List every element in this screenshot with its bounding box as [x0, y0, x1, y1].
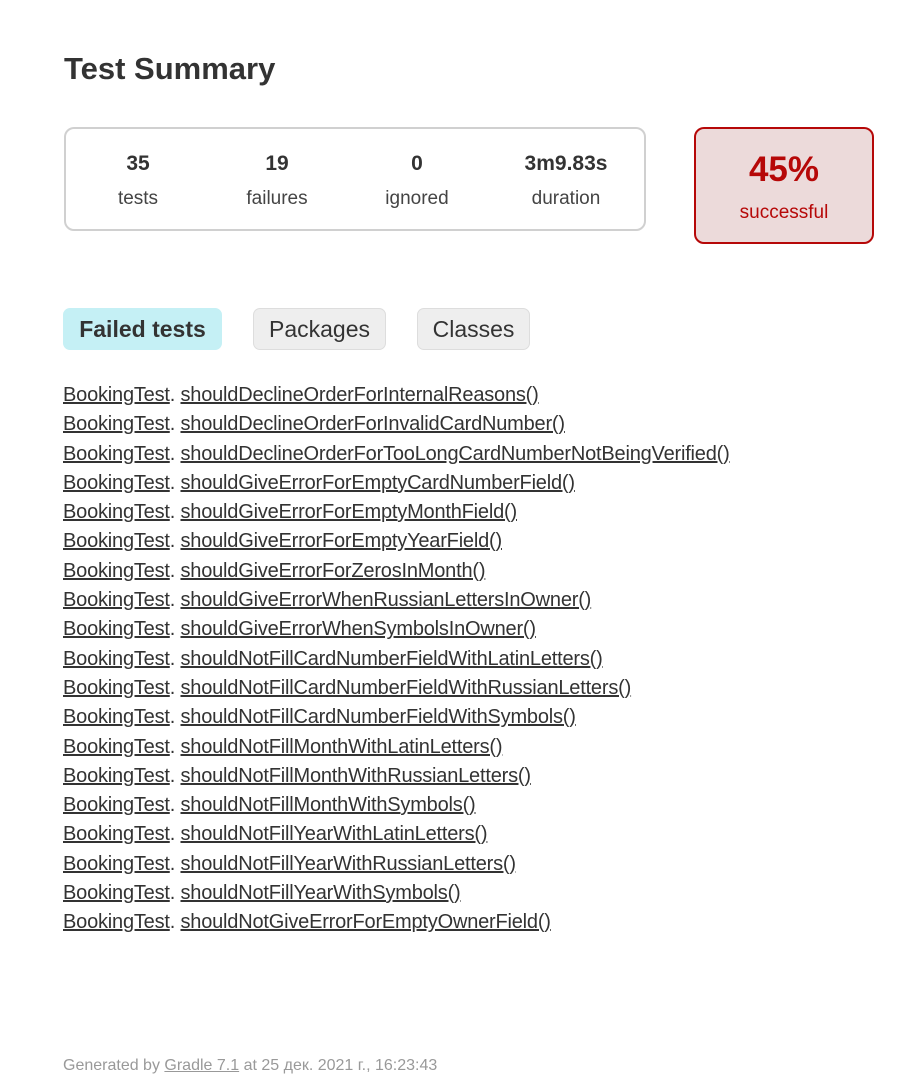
separator-dot: . — [169, 852, 181, 875]
test-class-link[interactable]: BookingTest — [63, 618, 170, 640]
test-class-link[interactable]: BookingTest — [63, 501, 170, 523]
test-class-link[interactable]: BookingTest — [63, 589, 170, 611]
test-method-link[interactable]: shouldDeclineOrderForTooLongCardNumberNo… — [180, 443, 729, 465]
separator-dot: . — [169, 442, 181, 465]
separator-dot: . — [169, 384, 181, 406]
separator-dot: . — [169, 794, 181, 817]
success-rate-label: successful — [739, 202, 829, 223]
separator-dot: . — [169, 735, 181, 758]
test-class-link[interactable]: BookingTest — [63, 706, 170, 728]
test-method-link[interactable]: shouldNotGiveErrorForEmptyOwnerField() — [180, 911, 550, 933]
test-method-link[interactable]: shouldNotFillMonthWithRussianLetters() — [180, 765, 531, 787]
separator-dot: . — [169, 882, 181, 905]
test-method-link[interactable]: shouldGiveErrorForEmptyCardNumberField() — [180, 472, 575, 494]
separator-dot: . — [169, 618, 181, 641]
test-class-link[interactable]: BookingTest — [63, 794, 170, 816]
list-item: BookingTest. shouldNotFillMonthWithLatin… — [63, 733, 730, 762]
test-method-link[interactable]: shouldDeclineOrderForInvalidCardNumber() — [180, 413, 565, 435]
test-method-link[interactable]: shouldGiveErrorForEmptyYearField() — [180, 530, 502, 552]
list-item: BookingTest. shouldNotFillYearWithSymbol… — [63, 879, 730, 908]
list-item: BookingTest. shouldDeclineOrderForInvali… — [63, 410, 730, 439]
stat-ignored-value: 0 — [411, 152, 423, 175]
test-method-link[interactable]: shouldNotFillCardNumberFieldWithSymbols(… — [180, 706, 575, 728]
test-method-link[interactable]: shouldNotFillMonthWithLatinLetters() — [180, 736, 502, 758]
test-class-link[interactable]: BookingTest — [63, 911, 170, 933]
test-class-link[interactable]: BookingTest — [63, 472, 170, 494]
test-class-link[interactable]: BookingTest — [63, 765, 170, 787]
stat-duration-value: 3m9.83s — [524, 152, 608, 175]
footer-timestamp: at 25 дек. 2021 г., 16:23:43 — [239, 1057, 438, 1074]
stat-tests-label: tests — [117, 188, 159, 209]
test-class-link[interactable]: BookingTest — [63, 384, 170, 406]
separator-dot: . — [169, 764, 181, 787]
test-method-link[interactable]: shouldNotFillMonthWithSymbols() — [180, 794, 475, 816]
success-rate-box: 45% successful — [694, 127, 874, 244]
separator-dot: . — [169, 471, 181, 494]
separator-dot: . — [169, 501, 181, 524]
test-class-link[interactable]: BookingTest — [63, 413, 170, 435]
list-item: BookingTest. shouldGiveErrorForEmptyCard… — [63, 469, 730, 498]
separator-dot: . — [169, 823, 181, 846]
list-item: BookingTest. shouldNotFillCardNumberFiel… — [63, 645, 730, 674]
list-item: BookingTest. shouldDeclineOrderForTooLon… — [63, 440, 730, 469]
test-class-link[interactable]: BookingTest — [63, 677, 170, 699]
footer: Generated by Gradle 7.1 at 25 дек. 2021 … — [63, 1056, 437, 1076]
test-class-link[interactable]: BookingTest — [63, 443, 170, 465]
list-item: BookingTest. shouldNotGiveErrorForEmptyO… — [63, 908, 730, 937]
list-item: BookingTest. shouldGiveErrorForEmptyMont… — [63, 498, 730, 527]
test-method-link[interactable]: shouldGiveErrorForZerosInMonth() — [180, 560, 485, 582]
tab-packages[interactable]: Packages — [253, 308, 386, 350]
separator-dot: . — [169, 589, 181, 612]
separator-dot: . — [169, 706, 181, 729]
list-item: BookingTest. shouldNotFillCardNumberFiel… — [63, 674, 730, 703]
test-method-link[interactable]: shouldGiveErrorWhenRussianLettersInOwner… — [180, 589, 591, 611]
test-class-link[interactable]: BookingTest — [63, 882, 170, 904]
test-class-link[interactable]: BookingTest — [63, 853, 170, 875]
test-method-link[interactable]: shouldGiveErrorForEmptyMonthField() — [180, 501, 517, 523]
separator-dot: . — [169, 676, 181, 699]
test-method-link[interactable]: shouldNotFillCardNumberFieldWithRussianL… — [180, 677, 631, 699]
stat-tests-value: 35 — [126, 152, 150, 175]
test-method-link[interactable]: shouldNotFillYearWithSymbols() — [180, 882, 460, 904]
test-class-link[interactable]: BookingTest — [63, 736, 170, 758]
tab-failed-tests[interactable]: Failed tests — [63, 308, 222, 350]
list-item: BookingTest. shouldGiveErrorWhenSymbolsI… — [63, 615, 730, 644]
list-item: BookingTest. shouldNotFillMonthWithRussi… — [63, 762, 730, 791]
list-item: BookingTest. shouldDeclineOrderForIntern… — [63, 381, 730, 410]
success-rate-value: 45% — [748, 150, 820, 189]
test-method-link[interactable]: shouldDeclineOrderForInternalReasons() — [180, 384, 538, 406]
list-item: BookingTest. shouldGiveErrorForEmptyYear… — [63, 527, 730, 556]
stat-ignored-label: ignored — [385, 188, 449, 209]
list-item: BookingTest. shouldNotFillYearWithRussia… — [63, 850, 730, 879]
list-item: BookingTest. shouldGiveErrorForZerosInMo… — [63, 557, 730, 586]
gradle-link[interactable]: Gradle 7.1 — [164, 1057, 239, 1074]
tab-classes[interactable]: Classes — [417, 308, 530, 350]
separator-dot: . — [169, 413, 181, 436]
footer-prefix: Generated by — [63, 1057, 165, 1074]
list-item: BookingTest. shouldNotFillMonthWithSymbo… — [63, 791, 730, 820]
separator-dot: . — [169, 559, 181, 582]
test-method-link[interactable]: shouldNotFillYearWithLatinLetters() — [180, 823, 487, 845]
test-method-link[interactable]: shouldGiveErrorWhenSymbolsInOwner() — [180, 618, 536, 640]
page-title: Test Summary — [64, 51, 276, 86]
test-method-link[interactable]: shouldNotFillYearWithRussianLetters() — [180, 853, 516, 875]
test-method-link[interactable]: shouldNotFillCardNumberFieldWithLatinLet… — [180, 648, 602, 670]
separator-dot: . — [169, 530, 181, 553]
separator-dot: . — [169, 647, 181, 670]
list-item: BookingTest. shouldNotFillCardNumberFiel… — [63, 703, 730, 732]
list-item: BookingTest. shouldNotFillYearWithLatinL… — [63, 820, 730, 849]
test-class-link[interactable]: BookingTest — [63, 648, 170, 670]
test-class-link[interactable]: BookingTest — [63, 530, 170, 552]
stat-failures-value: 19 — [265, 152, 289, 175]
stat-failures-label: failures — [246, 188, 308, 209]
test-class-link[interactable]: BookingTest — [63, 823, 170, 845]
test-class-link[interactable]: BookingTest — [63, 560, 170, 582]
separator-dot: . — [169, 911, 181, 934]
summary-box: 35 tests 19 failures 0 ignored 3m9.83s d… — [64, 127, 646, 231]
stat-duration-label: duration — [531, 188, 601, 209]
list-item: BookingTest. shouldGiveErrorWhenRussianL… — [63, 586, 730, 615]
failed-tests-list: BookingTest. shouldDeclineOrderForIntern… — [63, 381, 730, 938]
